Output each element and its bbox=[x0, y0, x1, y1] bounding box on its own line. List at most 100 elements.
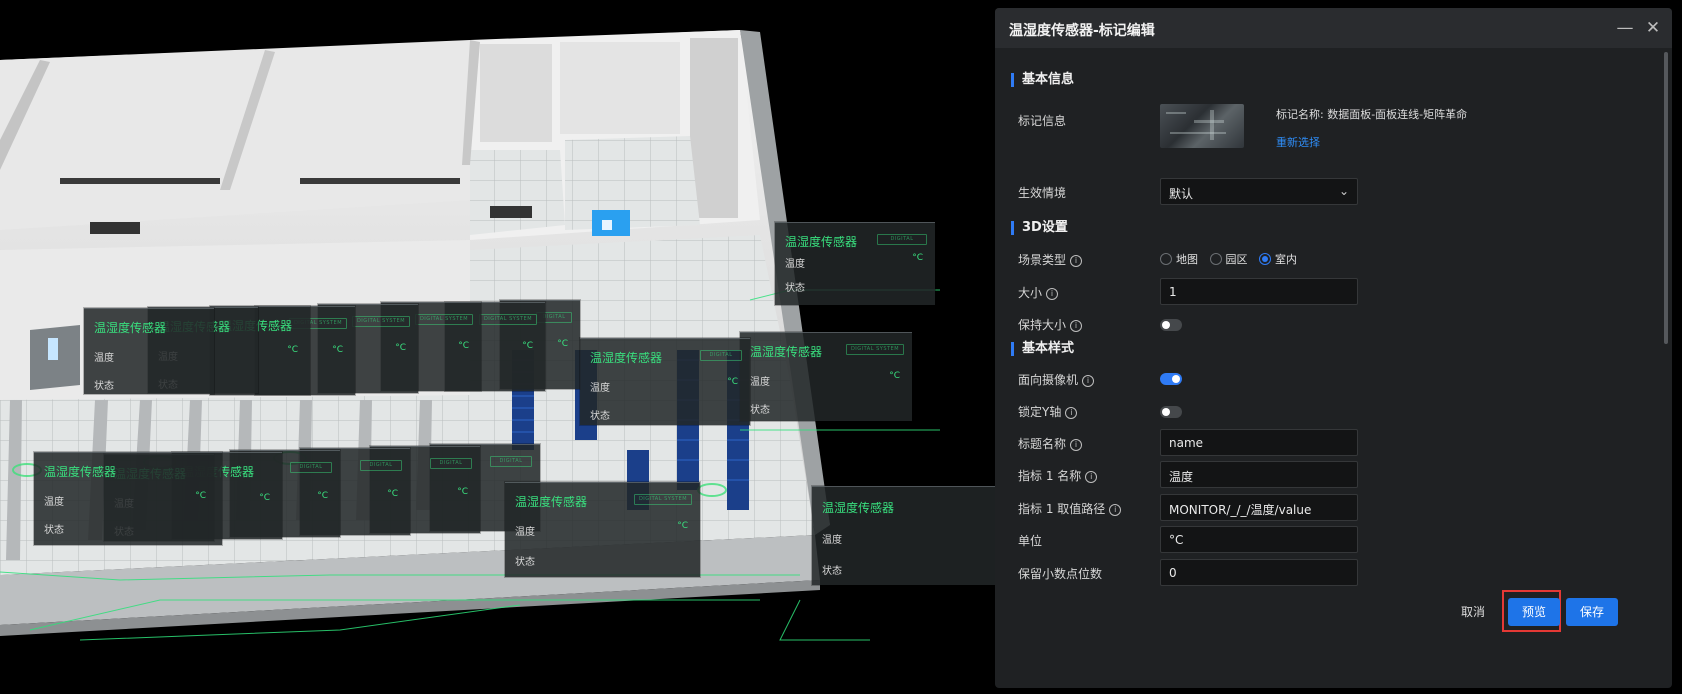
section-basic-style: 基本样式 bbox=[1011, 342, 1074, 356]
info-icon[interactable]: i bbox=[1085, 471, 1098, 483]
chevron-down-icon: ⌄ bbox=[1338, 184, 1349, 198]
3d-scene-viewport[interactable]: DIGITAL SYSTEM °C DIGITAL SYSTEM °C DIGITA… bbox=[0, 0, 1000, 694]
sensor-card-title: 温湿度传感器 bbox=[822, 501, 895, 515]
radio-map-label: 地图 bbox=[1176, 253, 1198, 266]
info-icon[interactable]: i bbox=[1065, 407, 1078, 419]
sensor-card-title: 温湿度传感器 bbox=[750, 345, 823, 359]
keep-size-label-text: 保持大小 bbox=[1018, 318, 1067, 332]
lock-y-label: 锁定Y轴 i bbox=[1018, 403, 1078, 420]
sensor-card-row-temperature: 温度 bbox=[515, 527, 535, 538]
sensor-card-tag: DIGITAL SYSTEM bbox=[290, 462, 332, 473]
reselect-link[interactable]: 重新选择 bbox=[1276, 134, 1320, 150]
marker-edit-panel: 温湿度传感器-标记编辑 — ✕ 基本信息 标记信息 标记名称: 数据面板-面板连… bbox=[995, 8, 1672, 688]
sensor-card-title: 温湿度传感器 bbox=[785, 235, 858, 249]
sensor-card-row-temperature: 温度 bbox=[822, 535, 842, 546]
radio-map[interactable]: 地图 bbox=[1160, 251, 1198, 267]
preview-button[interactable]: 预览 bbox=[1508, 598, 1560, 626]
sensor-card-unit: °C bbox=[458, 341, 469, 351]
sensor-card-unit: °C bbox=[317, 491, 328, 501]
decimals-input[interactable]: 0 bbox=[1160, 559, 1358, 586]
sensor-card-unit: °C bbox=[387, 489, 398, 499]
radio-indoor[interactable]: 室内 bbox=[1259, 251, 1297, 267]
size-label: 大小 i bbox=[1018, 284, 1059, 301]
sensor-card-row-status: 状态 bbox=[515, 557, 535, 568]
keep-size-label: 保持大小 i bbox=[1018, 316, 1083, 333]
sensor-card[interactable]: 温湿度传感器 温度 °C 状态 bbox=[34, 452, 222, 545]
info-icon[interactable]: i bbox=[1070, 439, 1083, 451]
sensor-card-row-temperature: 温度 bbox=[750, 377, 770, 388]
info-icon[interactable]: i bbox=[1046, 288, 1059, 300]
sensor-card-unit: °C bbox=[457, 487, 468, 497]
radio-checked-icon bbox=[1259, 253, 1271, 265]
cancel-button[interactable]: 取消 bbox=[1447, 598, 1499, 626]
sensor-card-row-temperature: 温度 bbox=[785, 259, 805, 270]
info-icon[interactable]: i bbox=[1109, 504, 1122, 516]
metric1-path-label: 指标 1 取值路径 i bbox=[1018, 500, 1122, 517]
save-button[interactable]: 保存 bbox=[1566, 598, 1618, 626]
info-icon[interactable]: i bbox=[1070, 255, 1083, 267]
metric1-path-label-text: 指标 1 取值路径 bbox=[1018, 502, 1106, 516]
title-name-input[interactable]: name bbox=[1160, 429, 1358, 456]
section-3d-settings: 3D设置 bbox=[1011, 221, 1068, 235]
sensor-card[interactable]: 温湿度传感器 DIGITAL SYSTEM 温度 °C 状态 bbox=[775, 222, 935, 305]
lock-y-label-text: 锁定Y轴 bbox=[1018, 405, 1062, 419]
sensor-card-tag: DIGITAL SYSTEM bbox=[700, 350, 742, 361]
sensor-card-unit: °C bbox=[195, 491, 206, 501]
metric1-path-input[interactable]: MONITOR/_/_/温度/value bbox=[1160, 494, 1358, 521]
sensor-card-row-temperature: 温度 bbox=[94, 353, 114, 364]
marker-name-text: 标记名称: 数据面板-面板连线-矩阵革命 bbox=[1276, 108, 1468, 121]
metric1-name-label-text: 指标 1 名称 bbox=[1018, 469, 1082, 483]
sensor-card-tag: DIGITAL SYSTEM bbox=[846, 344, 904, 355]
section-basic-info: 基本信息 bbox=[1011, 73, 1074, 87]
unit-label: 单位 bbox=[1018, 534, 1043, 548]
panel-scrollbar[interactable] bbox=[1664, 52, 1668, 344]
keep-size-toggle[interactable] bbox=[1160, 319, 1182, 331]
sensor-card[interactable]: 温湿度传感器 DIGITAL SYSTEM 温度 °C 状态 bbox=[505, 482, 700, 577]
sensor-card-title: 温湿度传感器 bbox=[515, 495, 588, 509]
sensor-card-row-status: 状态 bbox=[822, 566, 842, 577]
panel-header: 温湿度传感器-标记编辑 — ✕ bbox=[995, 8, 1672, 48]
sensor-card-title: 温湿度传感器 bbox=[590, 351, 663, 365]
scenario-label: 生效情境 bbox=[1018, 186, 1067, 200]
sensor-card-tag: DIGITAL SYSTEM bbox=[490, 456, 532, 467]
face-camera-label: 面向摄像机 i bbox=[1018, 371, 1095, 388]
radio-park[interactable]: 园区 bbox=[1209, 251, 1248, 267]
size-label-text: 大小 bbox=[1018, 286, 1043, 300]
close-icon[interactable]: ✕ bbox=[1642, 17, 1664, 39]
lock-y-toggle[interactable] bbox=[1160, 406, 1182, 418]
unit-input[interactable]: °C bbox=[1160, 526, 1358, 553]
size-input[interactable]: 1 bbox=[1160, 278, 1358, 305]
title-name-label-text: 标题名称 bbox=[1018, 437, 1067, 451]
title-name-label: 标题名称 i bbox=[1018, 435, 1083, 452]
sensor-card-row-status: 状态 bbox=[750, 405, 770, 416]
scene-type-label: 场景类型 i bbox=[1018, 251, 1083, 268]
sensor-card-tag: DIGITAL SYSTEM bbox=[634, 494, 692, 505]
metric1-name-input[interactable]: 温度 bbox=[1160, 461, 1358, 488]
marker-thumbnail bbox=[1160, 104, 1244, 148]
sensor-card-unit: °C bbox=[332, 345, 343, 355]
sensor-card-unit: °C bbox=[889, 371, 900, 381]
minimize-icon[interactable]: — bbox=[1614, 17, 1636, 39]
sensor-card-title: 温湿度传感器 bbox=[94, 321, 167, 335]
metric1-name-label: 指标 1 名称 i bbox=[1018, 467, 1098, 484]
radio-circle-icon bbox=[1160, 253, 1172, 265]
sensor-card[interactable]: 温湿度传感器 温度 状态 bbox=[84, 308, 214, 394]
info-icon[interactable]: i bbox=[1070, 320, 1083, 332]
sensor-card-row-status: 状态 bbox=[94, 381, 114, 392]
radio-indoor-label: 室内 bbox=[1275, 253, 1297, 266]
scenario-select[interactable]: 默认 ⌄ bbox=[1160, 178, 1358, 205]
sensor-card[interactable]: 温湿度传感器 DIGITAL SYSTEM 温度 °C 状态 bbox=[580, 338, 750, 425]
info-icon[interactable]: i bbox=[1082, 375, 1095, 387]
scenario-select-value: 默认 bbox=[1169, 187, 1194, 201]
sensor-card[interactable]: 温湿度传感器 温度 状态 bbox=[812, 486, 1000, 585]
sensor-card-unit: °C bbox=[557, 339, 568, 349]
sensor-card-row-temperature: 温度 bbox=[44, 497, 64, 508]
sensor-card-unit: °C bbox=[287, 345, 298, 355]
sensor-card-unit: °C bbox=[677, 521, 688, 531]
face-camera-toggle[interactable] bbox=[1160, 373, 1182, 385]
sensor-card[interactable]: 温湿度传感器 DIGITAL SYSTEM 温度 °C 状态 bbox=[740, 332, 912, 421]
sensor-card-tag: DIGITAL SYSTEM bbox=[415, 314, 473, 325]
sensor-card-tag: DIGITAL SYSTEM bbox=[430, 458, 472, 469]
sensor-card-tag: DIGITAL SYSTEM bbox=[360, 460, 402, 471]
face-camera-label-text: 面向摄像机 bbox=[1018, 373, 1079, 387]
